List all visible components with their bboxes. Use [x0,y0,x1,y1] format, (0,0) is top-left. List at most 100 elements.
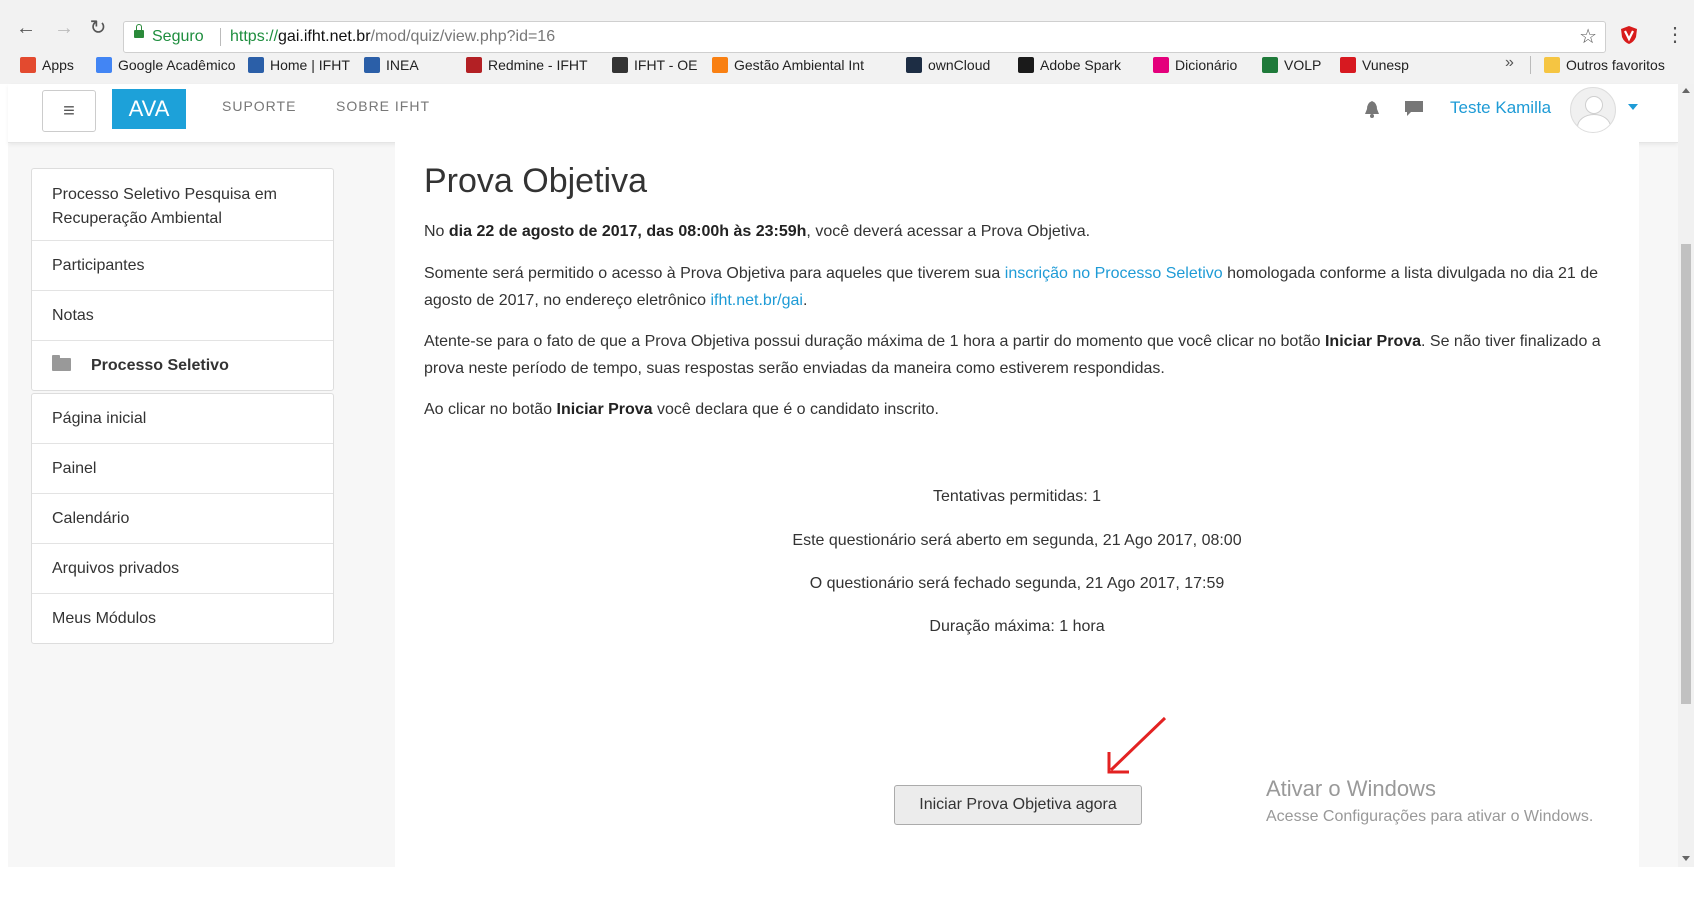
user-avatar[interactable] [1570,87,1616,133]
site-navbar: ≡ AVA SUPORTE SOBRE IFHT Teste Kamilla [8,84,1678,143]
bookmarks-separator [1530,56,1531,74]
quiz-attempts-info: Tentativas permitidas: 1 [932,488,1102,505]
bookmark-label: Home | IFHT [270,57,350,73]
course-nav-block: Processo Seletivo Pesquisa em Recuperaçã… [31,168,334,391]
bookmark-item[interactable]: Apps [20,54,74,76]
ifht-icon [248,57,264,73]
shield-extension-icon[interactable] [1618,24,1640,46]
bookmark-item[interactable]: INEA [364,54,419,76]
avatar-head [1585,96,1603,114]
bookmark-label: VOLP [1284,57,1322,73]
site-nav-block: Página inicial Painel Calendário Arquivo… [31,393,334,644]
bookmark-label: Dicionário [1175,57,1238,73]
start-quiz-button[interactable]: Iniciar Prova Objetiva agora [894,785,1142,825]
bookmark-label: Vunesp [1362,57,1409,73]
vunesp-icon [1340,57,1356,73]
url-text[interactable]: https://gai.ifht.net.br/mod/quiz/view.ph… [230,22,555,52]
sidebar-item-pagina-inicial[interactable]: Página inicial [32,394,333,444]
bookmark-item[interactable]: Vunesp [1340,54,1409,76]
p4-text-end: você declara que é o candidato inscrito. [652,401,939,418]
hamburger-icon: ≡ [63,100,75,122]
ifht-gai-link[interactable]: ifht.net.br/gai [710,292,803,309]
drawer-toggle-button[interactable]: ≡ [42,90,96,132]
user-menu-name[interactable]: Teste Kamilla [1450,98,1551,118]
intro-paragraph-1: No dia 22 de agosto de 2017, das 08:00h … [424,218,1604,245]
sidebar-item-calendario[interactable]: Calendário [32,494,333,544]
bookmark-item[interactable]: Dicionário [1153,54,1237,76]
p4-text: Ao clicar no botão [424,401,557,418]
address-bar[interactable]: Seguro https://gai.ifht.net.br/mod/quiz/… [123,21,1606,53]
priberam-icon [1153,57,1169,73]
sidebar-item-meus-modulos[interactable]: Meus Módulos [32,594,333,643]
owncloud-icon [906,57,922,73]
bookmarks-overflow-button[interactable]: » [1505,54,1514,72]
other-bookmarks-label: Outros favoritos [1566,57,1665,73]
reload-icon[interactable]: ↻ [86,16,110,40]
inscricao-link[interactable]: inscrição no Processo Seletivo [1005,265,1223,282]
intro-paragraph-3: Atente-se para o fato de que a Prova Obj… [424,328,1604,382]
bookmark-item[interactable]: ownCloud [906,54,990,76]
bookmark-item[interactable]: Home | IFHT [248,54,350,76]
quiz-close-date: O questionário será fechado segunda, 21 … [809,575,1225,592]
folder-icon [1544,57,1560,73]
bookmark-label: INEA [386,57,419,73]
forward-icon[interactable]: → [52,16,76,40]
bookmark-label: Redmine - IFHT [488,57,588,73]
p3-bold: Iniciar Prova [1324,333,1422,350]
bookmark-label: Google Acadêmico [118,57,236,73]
messages-icon[interactable] [1404,100,1424,118]
bookmark-item[interactable]: VOLP [1262,54,1321,76]
bookmark-star-icon[interactable]: ☆ [1579,22,1597,52]
nav-sobre-ifht[interactable]: SOBRE IFHT [336,98,430,114]
p4-bold: Iniciar Prova [556,401,653,418]
bookmark-label: Apps [42,57,74,73]
sidebar-item-label: Arquivos privados [52,560,180,577]
sidebar-item-label: Participantes [52,257,145,274]
bookmark-item[interactable]: IFHT - OE [612,54,698,76]
sidebar-item-label: Processo Seletivo [91,357,229,374]
p3-text: Atente-se para o fato de que a Prova Obj… [424,333,1325,350]
sidebar-item-course[interactable]: Processo Seletivo Pesquisa em Recuperaçã… [32,169,333,241]
browser-menu-icon[interactable]: ⋮ [1665,25,1685,45]
avatar-body [1577,114,1611,132]
watermark-subtitle: Acesse Configurações para ativar o Windo… [1266,808,1594,825]
bookmark-label: ownCloud [928,57,991,73]
red-arrow-annotation [1107,716,1167,774]
windows-activation-watermark: Ativar o Windows Acesse Configurações pa… [1266,776,1593,826]
sidebar-item-processo-seletivo[interactable]: Processo Seletivo [32,341,333,390]
back-icon[interactable]: ← [14,16,38,40]
ifht-icon [364,57,380,73]
lock-icon [134,24,144,38]
chevron-down-icon[interactable] [1628,104,1638,110]
sidebar-item-label: Processo Seletivo Pesquisa em Recuperaçã… [52,186,277,227]
other-bookmarks-folder[interactable]: Outros favoritos [1544,54,1665,76]
p1-text: No [424,223,449,240]
url-path: /mod/quiz/view.php?id=16 [370,28,556,45]
sidebar-item-arquivos-privados[interactable]: Arquivos privados [32,544,333,594]
bookmark-item[interactable]: Google Acadêmico [96,54,236,76]
sidebar-item-notas[interactable]: Notas [32,291,333,341]
scroll-down-icon[interactable] [1682,856,1690,861]
adobe-spark-icon [1018,57,1034,73]
bookmark-item[interactable]: Gestão Ambiental Int [712,54,864,76]
bookmark-item[interactable]: Adobe Spark [1018,54,1121,76]
bookmark-label: IFHT - OE [634,57,698,73]
url-scheme: https:// [230,28,279,45]
bookmark-item[interactable]: Redmine - IFHT [466,54,588,76]
nav-suporte[interactable]: SUPORTE [222,98,296,114]
address-separator [220,28,221,46]
sidebar-item-painel[interactable]: Painel [32,444,333,494]
sidebar-item-participantes[interactable]: Participantes [32,241,333,291]
site-brand[interactable]: AVA [112,89,186,129]
sidebar-item-label: Meus Módulos [52,610,157,627]
redmine-icon [466,57,482,73]
scroll-up-icon[interactable] [1682,88,1690,93]
intro-paragraph-2: Somente será permitido o acesso à Prova … [424,260,1604,314]
scrollbar-thumb[interactable] [1681,244,1691,704]
bookmarks-bar: » Outros favoritos Apps Google Acadêmico H… [0,50,1694,78]
moodle-icon [612,57,628,73]
moodle-orange-icon [712,57,728,73]
page-scrollbar[interactable] [1678,84,1694,867]
apps-grid-icon [20,57,36,73]
notification-bell-icon[interactable] [1364,100,1380,118]
